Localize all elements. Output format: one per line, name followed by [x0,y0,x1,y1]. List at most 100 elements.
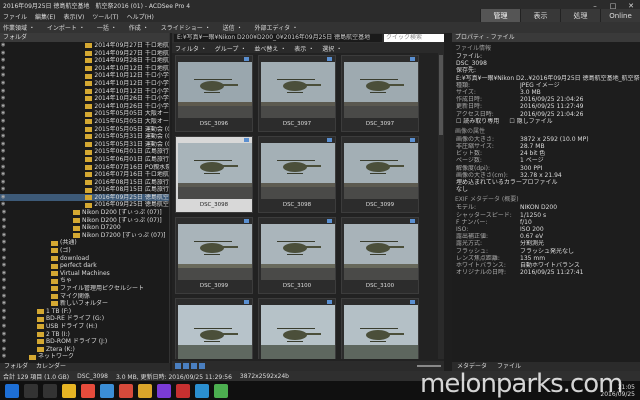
eye-icon[interactable]: ◉ [1,209,7,217]
menu-item-0[interactable]: ファイル [3,12,27,21]
folder-row[interactable]: ◉ 新しいフォルダー [0,300,169,308]
left-tab-0[interactable]: フォルダ [0,363,32,371]
app-icon-4[interactable] [157,383,171,398]
browser-scrollbar[interactable] [438,53,444,359]
folder-row[interactable]: ◉ 2016年07月16日 千ロ地航空... [0,171,169,179]
folder-row[interactable]: ◉ 2016年08月15日 広島旅行... [0,179,169,187]
folder-row[interactable]: ◉ 2015年05月05日 大阪オートレ... [0,110,169,118]
toolbar-item-3[interactable]: 作成 ・ [129,23,149,32]
thumbnail-size-slider[interactable] [417,365,441,367]
eye-icon[interactable]: ◉ [1,255,7,263]
folder-row[interactable]: ◉ 2014年09月27日 千ロ地航空... [0,42,169,50]
explorer-icon[interactable] [62,383,76,398]
eye-icon[interactable]: ◉ [1,224,7,232]
filter-menu-3[interactable]: 表示 ・ [294,44,314,53]
folder-row[interactable]: ◉ 2016年08月15日 広島旅行... [0,186,169,194]
folder-row[interactable]: ◉ BD-ROM ドライブ (J:) [0,338,169,346]
thumbnail-tile[interactable]: DSC_3097 [341,55,419,132]
eye-icon[interactable]: ◉ [1,194,5,202]
folder-row[interactable]: ◉ perfect dark [0,262,169,270]
mode-tab-3[interactable]: Online [600,9,640,23]
acdsee-icon[interactable] [195,383,209,398]
toolbar-item-5[interactable]: 送信 ・ [223,23,243,32]
eye-icon[interactable]: ◉ [1,110,5,118]
folder-row[interactable]: ◉ 2016年09月25日 徳島航空基... [0,201,169,209]
folder-row[interactable]: ◉ download [0,255,169,263]
mode-tab-0[interactable]: 管理 [480,9,520,23]
folder-row[interactable]: ◉ Nikon D7200 [0,224,169,232]
eye-icon[interactable]: ◉ [1,50,5,58]
eye-icon[interactable]: ◉ [1,164,5,172]
app-icon-2[interactable] [119,383,133,398]
eye-icon[interactable]: ◉ [1,133,5,141]
eye-icon[interactable]: ◉ [1,293,7,301]
menu-item-3[interactable]: ツール(T) [92,12,118,21]
eye-icon[interactable]: ◉ [1,95,5,103]
thumbnail-tile[interactable]: DSC_3099 [341,136,419,213]
folder-row[interactable]: ◉ ちゃ [0,277,169,285]
eye-icon[interactable]: ◉ [1,232,7,240]
view-icon[interactable] [175,363,181,369]
folder-row[interactable]: ◉ 2014年10月12日 千ロ小学校... [0,88,169,96]
folder-row[interactable]: ◉ BD-RE ドライブ (G:) [0,315,169,323]
eye-icon[interactable]: ◉ [1,323,7,331]
thumbnail-tile[interactable]: DSC_3098 [258,136,336,213]
filter-menu-0[interactable]: フィルタ ・ [175,44,207,53]
folder-row[interactable]: ◉ (共通) [0,239,169,247]
folder-row[interactable]: ◉ ネットワーク [0,353,169,361]
rotate-icon[interactable] [183,363,189,369]
eye-icon[interactable]: ◉ [1,353,7,361]
thumbnail-tile[interactable]: DSC_3096 [175,55,253,132]
eye-icon[interactable]: ◉ [1,346,7,354]
folder-row[interactable]: ◉ 2015年05月05日 運動会 (01) [0,126,169,134]
folder-row[interactable]: ◉ Nikon D200 [ずぃっぷ (07)] [0,217,169,225]
eye-icon[interactable]: ◉ [1,201,5,209]
folder-row[interactable]: ◉ 2014年10月12日 千ロ地航空... [0,65,169,73]
folder-row[interactable]: ◉ 2014年10月12日 千ロ小学校... [0,80,169,88]
eye-icon[interactable]: ◉ [1,331,7,339]
folder-row[interactable]: ◉ (ゴ) [0,247,169,255]
thumbnail-tile[interactable]: DSC_3098 [175,136,253,213]
folder-row[interactable]: ◉ 2015年05月31日 運動会 (03) [0,141,169,149]
eye-icon[interactable]: ◉ [1,217,7,225]
search-icon[interactable] [24,383,38,398]
thumbnail-tile[interactable]: DSC_3099 [175,217,253,294]
folder-row[interactable]: ◉ 2014年09月27日 千ロ地航空... [0,50,169,58]
app-icon-5[interactable] [176,383,190,398]
menu-item-4[interactable]: ヘルプ(H) [127,12,154,21]
mode-tab-2[interactable]: 処理 [560,9,600,23]
eye-icon[interactable]: ◉ [1,277,7,285]
thumbnail-tile[interactable] [341,298,419,359]
mode-tab-1[interactable]: 表示 [520,9,560,23]
filter-menu-2[interactable]: 並べ替え ・ [254,44,286,53]
left-tab-1[interactable]: カレンダー [32,363,70,371]
folder-row[interactable]: ◉ 2015年05月31日 運動会 (02) [0,133,169,141]
toolbar-item-6[interactable]: 外部エディタ ・ [255,23,299,32]
folder-row[interactable]: ◉ 2 TB (I:) [0,331,169,339]
eye-icon[interactable]: ◉ [1,72,5,80]
hidden-checkbox[interactable]: ☐ 隠しファイル [509,118,552,125]
eye-icon[interactable]: ◉ [1,171,5,179]
eye-icon[interactable]: ◉ [1,308,7,316]
folder-row[interactable]: ◉ 2015年05月05日 大阪オートレ... [0,118,169,126]
eye-icon[interactable]: ◉ [1,179,5,187]
eye-icon[interactable]: ◉ [1,270,7,278]
app-icon-6[interactable] [214,383,228,398]
eye-icon[interactable]: ◉ [1,338,7,346]
eye-icon[interactable]: ◉ [1,42,5,50]
folder-row[interactable]: ◉ マイク関係 [0,293,169,301]
windows-icon[interactable] [5,383,19,398]
toolbar-item-2[interactable]: 一括 ・ [97,23,117,32]
quick-search-input[interactable]: クイック検索 [384,34,444,42]
thumbnail-tile[interactable] [258,298,336,359]
eye-icon[interactable]: ◉ [1,262,7,270]
thumbnail-tile[interactable]: DSC_3097 [258,55,336,132]
readonly-checkbox[interactable]: ☐ 読み取り専用 [456,118,499,125]
folder-row[interactable]: ◉ 2014年10月26日 千ロ小学校... [0,103,169,111]
eye-icon[interactable]: ◉ [1,186,5,194]
folder-row[interactable]: ◉ Nikon D7200 [ずぃっぷ (07)] [0,232,169,240]
thumbnail-tile[interactable]: DSC_3100 [341,217,419,294]
eye-icon[interactable]: ◉ [1,80,5,88]
folder-row[interactable]: ◉ 2014年09月28日 千ロ地航空... [0,57,169,65]
toolbar-item-4[interactable]: スライドショー ・ [161,23,211,32]
